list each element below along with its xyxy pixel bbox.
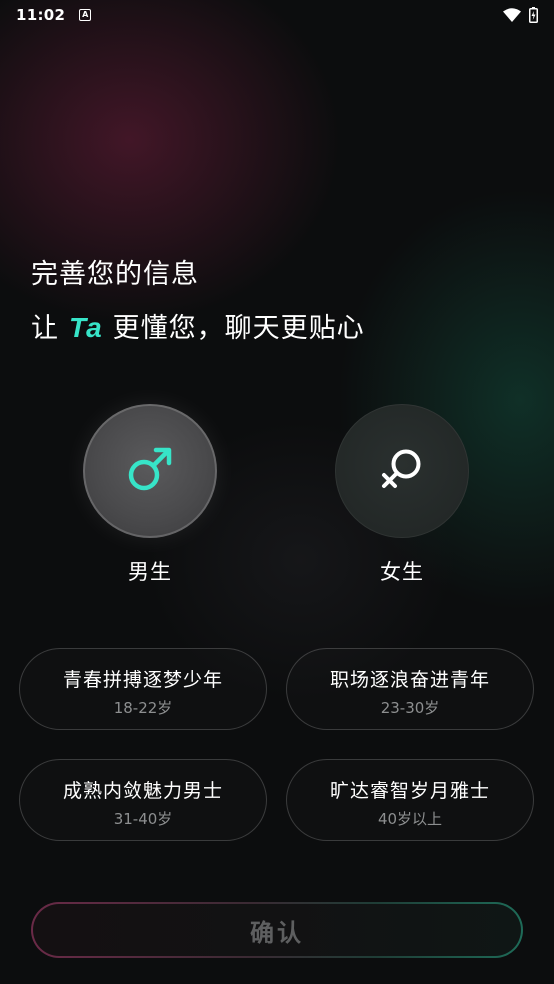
status-icons <box>503 7 538 23</box>
age-option-40-plus[interactable]: 旷达睿智岁月雅士 40岁以上 <box>286 759 534 841</box>
male-symbol-icon <box>125 444 175 498</box>
subtitle-ta: Ta <box>69 312 103 343</box>
confirm-button-label: 确认 <box>33 904 521 956</box>
confirm-button[interactable]: 确认 <box>31 902 523 958</box>
male-label: 男生 <box>128 560 172 584</box>
status-bar: 11:02 A <box>0 0 554 30</box>
male-button[interactable] <box>83 404 217 538</box>
wifi-icon <box>503 8 521 22</box>
female-button[interactable] <box>335 404 469 538</box>
a-app-icon: A <box>79 9 92 21</box>
battery-charging-icon <box>529 7 538 23</box>
page-title: 完善您的信息 <box>31 259 199 290</box>
age-option-title: 成熟内敛魅力男士 <box>62 780 223 802</box>
female-label: 女生 <box>380 560 424 584</box>
gender-option-female[interactable]: 女生 <box>335 404 469 586</box>
age-option-title: 青春拼搏逐梦少年 <box>62 669 223 691</box>
age-option-range: 18-22岁 <box>113 699 173 717</box>
age-option-range: 31-40岁 <box>113 810 173 828</box>
status-time: 11:02 <box>16 6 66 24</box>
age-option-title: 职场逐浪奋进青年 <box>329 669 490 691</box>
subtitle-suffix: 更懂您，聊天更贴心 <box>112 313 365 344</box>
gender-option-male[interactable]: 男生 <box>83 404 217 586</box>
age-option-range: 23-30岁 <box>380 699 440 717</box>
subtitle-prefix: 让 <box>31 313 59 344</box>
age-option-23-30[interactable]: 职场逐浪奋进青年 23-30岁 <box>286 648 534 730</box>
female-symbol-icon <box>377 444 427 498</box>
age-option-range: 40岁以上 <box>377 810 443 828</box>
age-option-31-40[interactable]: 成熟内敛魅力男士 31-40岁 <box>19 759 267 841</box>
age-option-18-22[interactable]: 青春拼搏逐梦少年 18-22岁 <box>19 648 267 730</box>
age-option-title: 旷达睿智岁月雅士 <box>329 780 490 802</box>
page-subtitle: 让 Ta 更懂您，聊天更贴心 <box>31 306 365 345</box>
